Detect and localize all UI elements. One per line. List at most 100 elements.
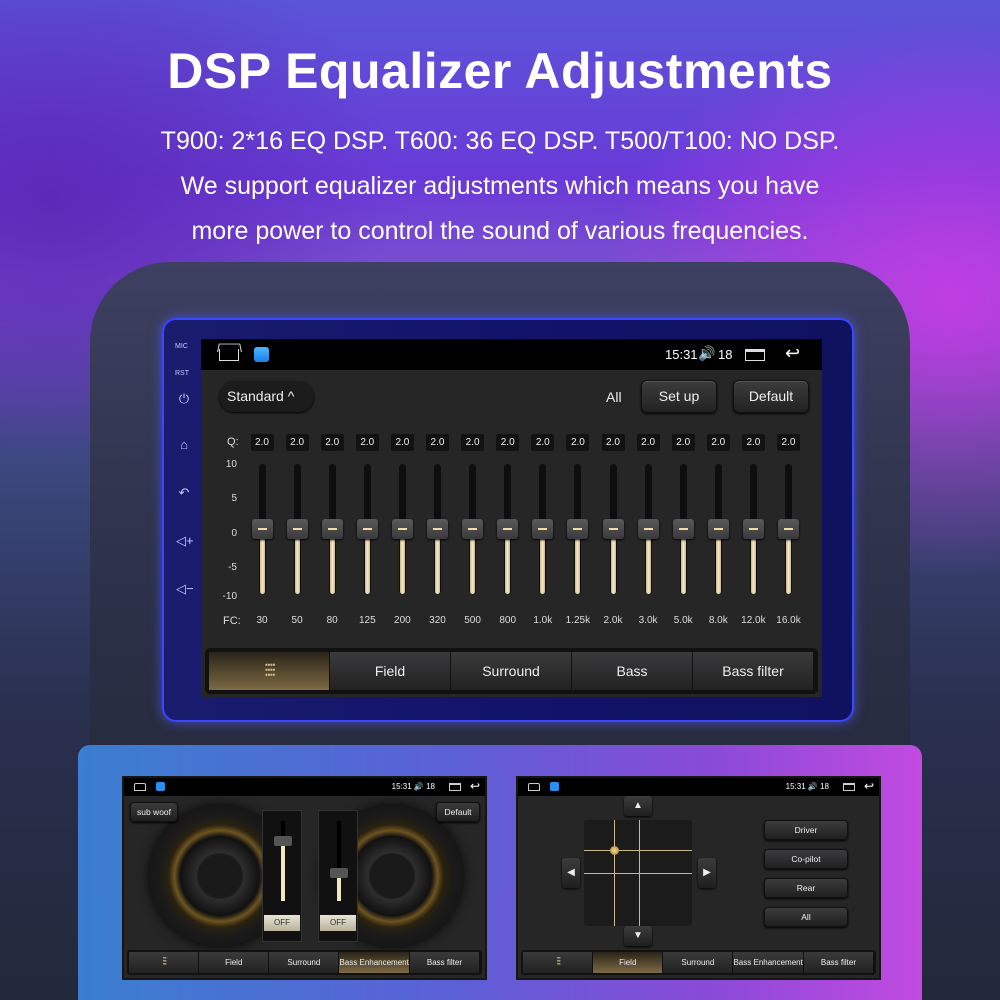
listening-position-marker[interactable]	[610, 846, 619, 855]
fc-label: FC:	[223, 615, 241, 627]
tab-bass-filter[interactable]: Bass filter	[693, 652, 814, 690]
app-icon[interactable]	[254, 347, 269, 362]
tab-surround[interactable]: Surround	[269, 952, 340, 973]
q-value[interactable]: 2.0	[250, 434, 274, 451]
home-icon[interactable]	[134, 783, 146, 791]
tab-surround[interactable]: Surround	[663, 952, 734, 973]
tab-equalizer[interactable]: ⫶⫶⫶⫶	[523, 952, 594, 973]
q-value[interactable]: 2.0	[636, 434, 660, 451]
q-value[interactable]: 2.0	[390, 434, 414, 451]
home-icon[interactable]	[528, 783, 540, 791]
q-value[interactable]: 2.0	[320, 434, 344, 451]
tab-label: Bass filter	[722, 663, 784, 679]
fc-value: 8.0k	[708, 615, 728, 626]
volume-up-icon[interactable]: ◁+	[176, 534, 194, 548]
default-button[interactable]: Default	[436, 802, 480, 822]
bass-toggle[interactable]: OFF	[264, 915, 300, 931]
eq-slider-knob[interactable]	[356, 519, 378, 539]
bass-slider-fill	[281, 841, 285, 901]
eq-slider-knob[interactable]	[567, 519, 589, 539]
q-value[interactable]: 2.0	[461, 434, 485, 451]
dsp-tab-bar: ⫶⫶⫶⫶ Field Surround Bass Enhancement Bass fi…	[205, 648, 818, 694]
eq-slider-knob[interactable]	[778, 519, 799, 539]
eq-slider-knob[interactable]	[391, 519, 413, 539]
eq-slider-knob[interactable]	[532, 519, 554, 539]
eq-slider-knob[interactable]	[707, 519, 729, 539]
power-icon[interactable]: ⏻	[176, 392, 192, 406]
tab-field[interactable]: Field	[593, 952, 664, 973]
back-icon[interactable]: ↩	[470, 779, 480, 793]
q-value[interactable]: 2.0	[741, 434, 765, 451]
q-value[interactable]: 2.0	[426, 434, 449, 451]
eq-slider-knob[interactable]	[637, 519, 659, 539]
fc-value: 320	[429, 615, 446, 626]
tab-bass-filter[interactable]: Bass filter	[409, 952, 480, 973]
default-button[interactable]: Default	[733, 380, 809, 413]
seat-position-grid[interactable]	[584, 820, 692, 926]
right-arrow-button[interactable]: ▶	[698, 858, 716, 888]
q-value[interactable]: 2.0	[601, 434, 625, 451]
eq-slider-knob[interactable]	[742, 519, 764, 539]
field-co-pilot-button[interactable]: Co-pilot	[764, 849, 848, 869]
back-icon[interactable]: ↩	[785, 343, 800, 364]
sub-woof-button[interactable]: sub woof	[130, 802, 178, 822]
recent-apps-icon[interactable]	[745, 349, 765, 361]
eq-slider-knob[interactable]	[321, 519, 343, 539]
tab-equalizer[interactable]: ⫶⫶⫶⫶	[209, 652, 330, 690]
volume-down-icon[interactable]: ◁−	[176, 582, 194, 596]
all-label[interactable]: All	[606, 389, 622, 405]
tab-bass-enhancement[interactable]: Bass Enhancement	[572, 652, 693, 690]
q-value[interactable]: 2.0	[706, 434, 730, 451]
tab-bass-enhancement[interactable]: Bass Enhancement	[733, 952, 804, 973]
q-value[interactable]: 2.0	[671, 434, 695, 451]
back-icon[interactable]: ↩	[864, 779, 874, 793]
tab-surround[interactable]: Surround	[451, 652, 572, 690]
down-arrow-button[interactable]: ▼	[624, 926, 652, 946]
setup-button[interactable]: Set up	[641, 380, 717, 413]
tab-equalizer[interactable]: ⫶⫶⫶⫶	[129, 952, 200, 973]
tab-field[interactable]: Field	[199, 952, 270, 973]
eq-slider-knob[interactable]	[672, 519, 694, 539]
eq-slider-knob[interactable]	[602, 519, 624, 539]
field-driver-button[interactable]: Driver	[764, 820, 848, 840]
bass-slider[interactable]: OFF	[318, 810, 358, 942]
tab-label: Surround	[482, 663, 540, 679]
equalizer-icon: ⫶⫶⫶⫶	[556, 956, 561, 968]
dsp-tab-bar: ⫶⫶⫶⫶ Field Surround Bass Enhancement Bass fi…	[127, 950, 482, 975]
eq-slider-knob[interactable]	[427, 519, 448, 539]
home-icon[interactable]: ⌂	[176, 438, 192, 452]
bass-slider-knob[interactable]	[274, 836, 292, 846]
bass-slider[interactable]: OFF	[262, 810, 302, 942]
eq-slider-knob[interactable]	[286, 519, 308, 539]
q-value[interactable]: 2.0	[496, 434, 520, 451]
q-value[interactable]: 2.0	[777, 434, 800, 451]
eq-slider-knob[interactable]	[497, 519, 519, 539]
field-screen: 15:31 🔊 18 ↩ ▲ ◀ ▶ ▼ Driver Co-pilot Rear A…	[516, 776, 881, 980]
fc-value: 125	[358, 615, 376, 626]
bass-slider-knob[interactable]	[330, 868, 348, 878]
app-icon[interactable]	[550, 782, 559, 791]
q-value[interactable]: 2.0	[285, 434, 309, 451]
field-all-button[interactable]: All	[764, 907, 848, 927]
home-icon[interactable]	[219, 349, 239, 361]
field-rear-button[interactable]: Rear	[764, 878, 848, 898]
volume-icon[interactable]: 🔊	[698, 345, 715, 362]
q-value[interactable]: 2.0	[531, 434, 555, 451]
back-icon[interactable]: ↶	[176, 486, 192, 500]
up-arrow-button[interactable]: ▲	[624, 796, 652, 816]
bass-toggle[interactable]: OFF	[320, 915, 356, 931]
tab-label: Bass filter	[426, 958, 462, 967]
q-value[interactable]: 2.0	[355, 434, 379, 451]
preset-dropdown[interactable]: Standard ^	[219, 381, 314, 412]
q-value[interactable]: 2.0	[566, 434, 590, 451]
clock: 15:31 🔊 18	[785, 782, 829, 791]
tab-field[interactable]: Field	[330, 652, 451, 690]
recent-apps-icon[interactable]	[449, 783, 461, 791]
app-icon[interactable]	[156, 782, 165, 791]
eq-slider-knob[interactable]	[251, 519, 273, 539]
eq-slider-knob[interactable]	[462, 519, 484, 539]
recent-apps-icon[interactable]	[843, 783, 855, 791]
left-arrow-button[interactable]: ◀	[562, 858, 580, 888]
tab-bass-filter[interactable]: Bass filter	[803, 952, 874, 973]
tab-bass-enhancement[interactable]: Bass Enhancement	[339, 952, 410, 973]
